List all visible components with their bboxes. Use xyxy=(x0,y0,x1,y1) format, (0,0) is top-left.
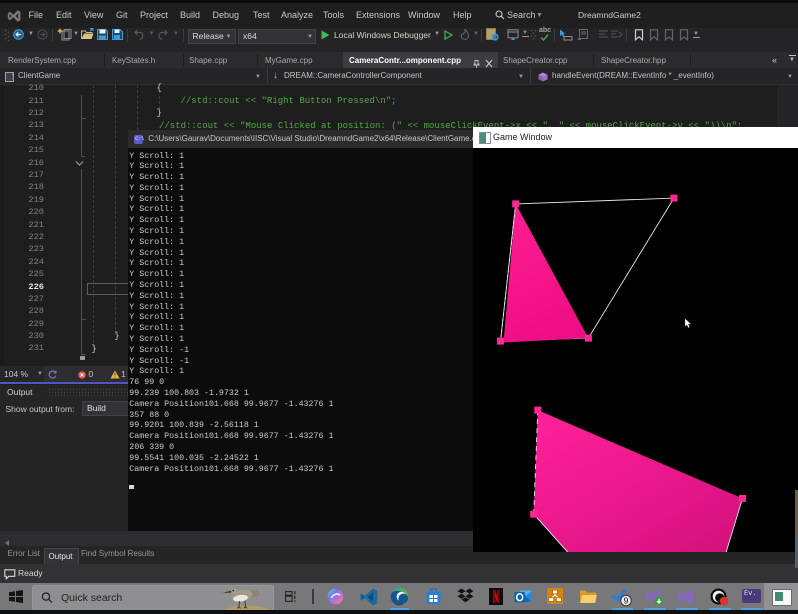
svg-text:9: 9 xyxy=(624,596,629,606)
